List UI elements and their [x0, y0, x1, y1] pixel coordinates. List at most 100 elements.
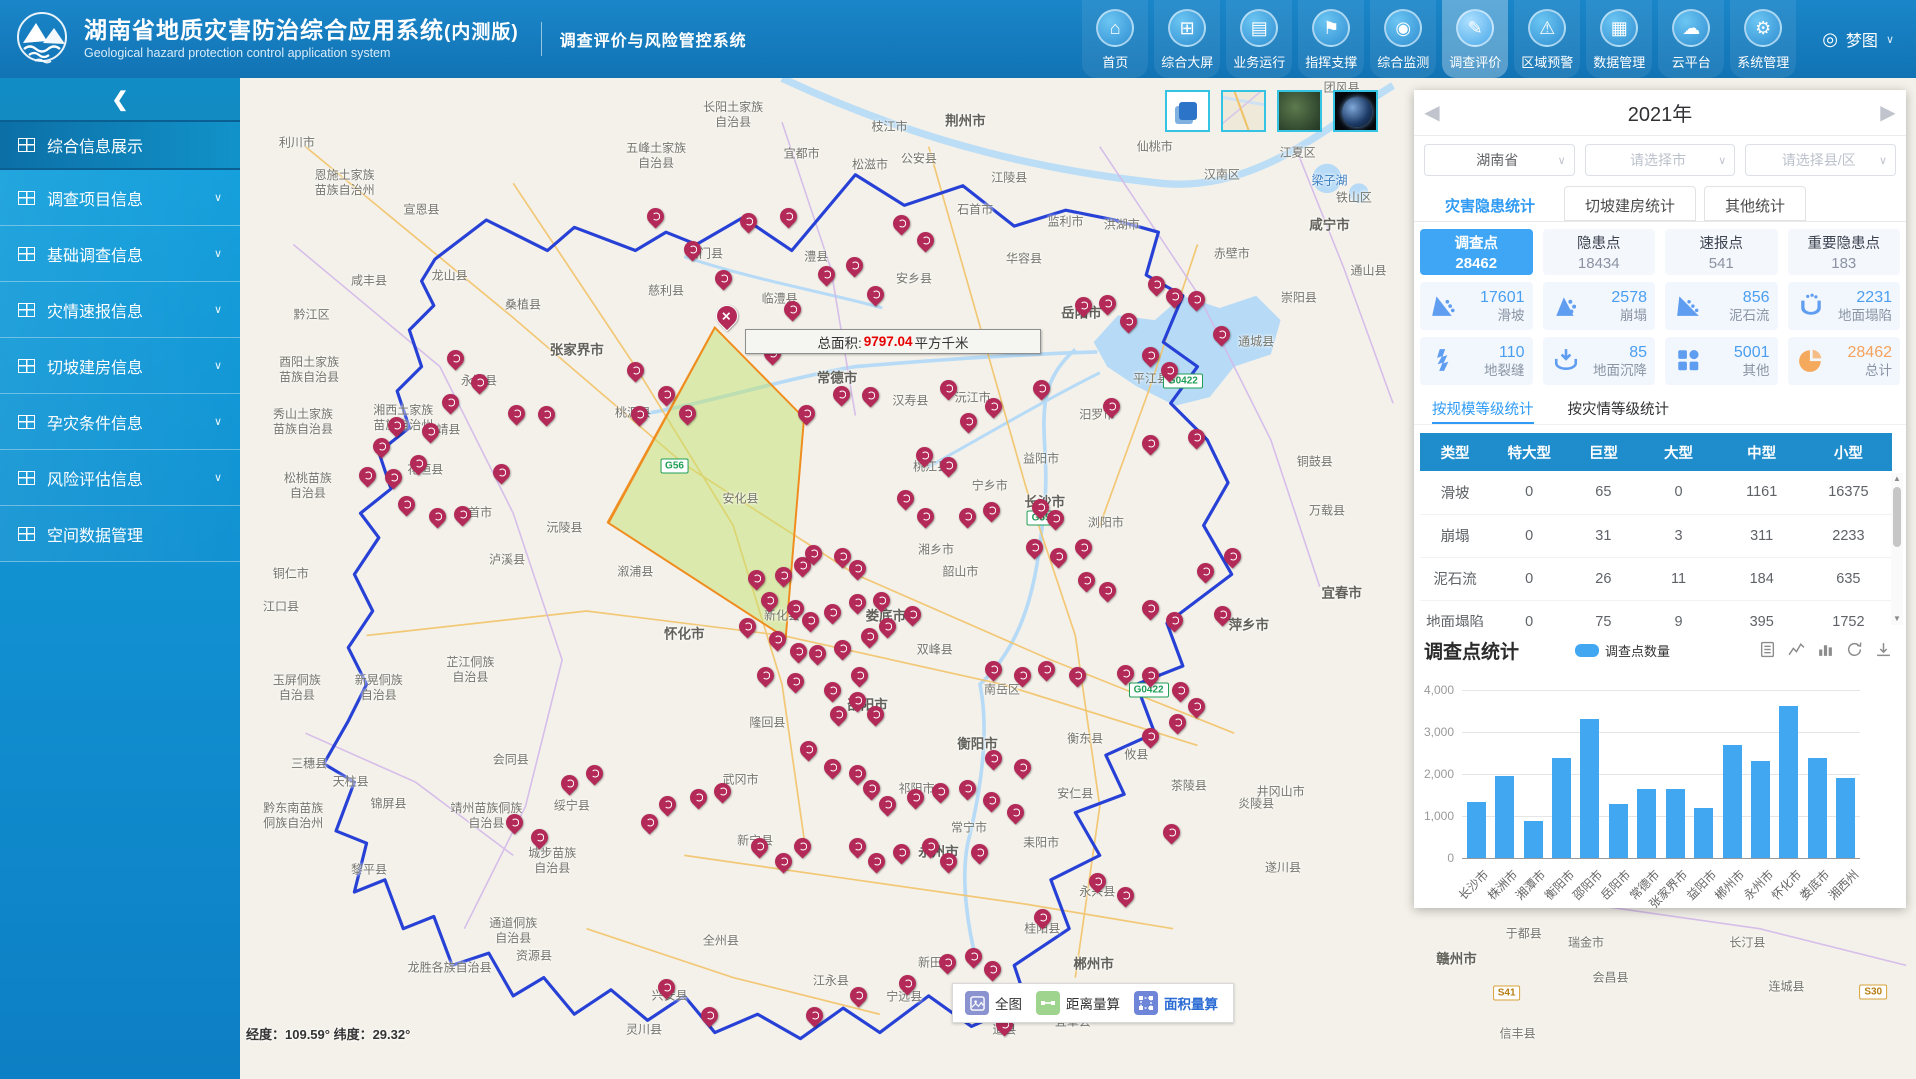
sidebar-item-3[interactable]: 基础调查信息∨	[0, 226, 240, 282]
eye-icon[interactable]: ◎	[1822, 29, 1838, 50]
scroll-down-icon[interactable]: ▼	[1891, 613, 1903, 625]
area-tooltip: 总面积: 9797.04 平方千米	[745, 329, 1041, 354]
line-chart-icon[interactable]	[1788, 641, 1805, 661]
sidebar-item-4[interactable]: 灾情速报信息∨	[0, 282, 240, 338]
summary-card-4[interactable]: 重要隐患点183	[1788, 229, 1901, 275]
summary-card-value: 541	[1709, 255, 1734, 272]
sidebar-item-icon	[18, 471, 35, 485]
hazard-pin-glyph	[902, 495, 910, 503]
nav-icon-5: ◉	[1384, 9, 1422, 47]
nav-item-5[interactable]: ◉综合监测	[1370, 0, 1436, 78]
data-view-icon[interactable]	[1759, 641, 1776, 661]
type-card-label: 泥石流	[1729, 308, 1770, 324]
subtab-1[interactable]: 按规模等级统计	[1432, 398, 1534, 424]
nav-item-10[interactable]: ⚙系统管理	[1730, 0, 1796, 78]
satellite-map-button[interactable]	[1277, 90, 1322, 132]
total-icon	[1796, 347, 1826, 376]
select-value: 请选择县/区	[1758, 150, 1879, 170]
sidebar-item-6[interactable]: 孕灾条件信息∨	[0, 394, 240, 450]
chart-bar-邵阳市[interactable]	[1580, 719, 1599, 858]
hazard-pin-glyph	[451, 354, 459, 362]
chart-bar-衡阳市[interactable]	[1552, 758, 1571, 858]
collapse-arrow-icon: ❮	[112, 87, 129, 112]
chart-bar-湘潭市[interactable]	[1524, 821, 1543, 858]
chevron-down-icon: ∨	[214, 247, 222, 260]
scroll-up-icon[interactable]: ▲	[1891, 473, 1903, 485]
nav-item-8[interactable]: ▦数据管理	[1586, 0, 1652, 78]
chart-legend[interactable]: 调查点数量	[1575, 641, 1670, 660]
tab-1[interactable]: 灾害隐患统计	[1424, 186, 1556, 221]
chart-bar-岳阳市[interactable]	[1609, 804, 1628, 858]
prev-year-button[interactable]: ◀	[1414, 100, 1450, 125]
chart-bar-张家界市[interactable]	[1666, 789, 1685, 858]
nav-label-6: 调查评价	[1449, 52, 1501, 71]
nav-item-7[interactable]: ⚠区域预警	[1514, 0, 1580, 78]
download-icon[interactable]	[1875, 641, 1892, 661]
chart-bar-怀化市[interactable]	[1779, 706, 1798, 858]
bar-chart-icon[interactable]	[1817, 641, 1834, 661]
subtab-2[interactable]: 按灾情等级统计	[1568, 398, 1670, 424]
type-card-text: 85地面沉降	[1581, 343, 1648, 378]
legend-swatch	[1575, 644, 1599, 657]
type-card-value: 5001	[1734, 343, 1770, 362]
sidebar-item-label: 切坡建房信息	[47, 354, 214, 378]
summary-card-2[interactable]: 隐患点18434	[1543, 229, 1656, 275]
nav-item-9[interactable]: ☁云平台	[1658, 0, 1724, 78]
tab-3[interactable]: 其他统计	[1704, 186, 1806, 221]
nav-item-6[interactable]: ✎调查评价	[1442, 0, 1508, 78]
hazard-pin-glyph	[1193, 295, 1201, 303]
chart-bar-娄底市[interactable]	[1808, 758, 1827, 858]
area-measure-button[interactable]: 面积量算	[1134, 991, 1218, 1015]
sidebar-item-5[interactable]: 切坡建房信息∨	[0, 338, 240, 394]
chart-bar-长沙市[interactable]	[1467, 802, 1486, 858]
sidebar-item-2[interactable]: 调查项目信息∨	[0, 170, 240, 226]
chevron-down-icon: ∨	[214, 415, 222, 428]
hazard-pin-glyph	[884, 800, 892, 808]
table-scrollbar[interactable]: ▲ ▼	[1891, 473, 1903, 625]
scroll-thumb[interactable]	[1893, 487, 1901, 547]
nav-item-4[interactable]: ⚑指挥支撑	[1298, 0, 1364, 78]
chart-bar-郴州市[interactable]	[1723, 745, 1742, 858]
nav-label-8: 数据管理	[1593, 52, 1645, 71]
table-cell: 泥石流	[1420, 557, 1490, 600]
region-select-1[interactable]: 湖南省∨	[1424, 144, 1575, 176]
chart-bar-湘西州[interactable]	[1836, 778, 1855, 858]
nav-icon-10: ⚙	[1744, 9, 1782, 47]
next-year-button[interactable]: ▶	[1870, 100, 1906, 125]
nav-label-1: 首页	[1102, 52, 1128, 71]
region-select-3[interactable]: 请选择县/区∨	[1745, 144, 1896, 176]
table-row: 地面塌陷07593951752	[1420, 600, 1892, 627]
hazard-pin-glyph	[1012, 809, 1020, 817]
sidebar-item-7[interactable]: 风险评估信息∨	[0, 450, 240, 506]
hazard-pin-glyph	[512, 409, 520, 417]
chart-bar-常德市[interactable]	[1637, 789, 1656, 858]
hazard-pin-glyph	[853, 770, 861, 778]
tab-2[interactable]: 切坡建房统计	[1564, 186, 1696, 221]
summary-card-3[interactable]: 速报点541	[1665, 229, 1778, 275]
nav-item-2[interactable]: ⊞综合大屏	[1154, 0, 1220, 78]
sidebar-item-1[interactable]: 综合信息展示	[0, 120, 240, 170]
region-select-2[interactable]: 请选择市∨	[1585, 144, 1736, 176]
table-cell: 635	[1805, 557, 1892, 600]
full-extent-button[interactable]: 全图	[965, 991, 1022, 1015]
street-map-button[interactable]	[1221, 90, 1266, 132]
hazard-pin-glyph	[743, 623, 751, 631]
sidebar-collapse-button[interactable]: ❮	[0, 78, 240, 120]
chart-bar-永州市[interactable]	[1751, 761, 1770, 858]
summary-card-1[interactable]: 调查点28462	[1420, 229, 1533, 275]
table-cell: 31	[1568, 514, 1638, 557]
nav-item-1[interactable]: ⌂首页	[1082, 0, 1148, 78]
hazard-pin-glyph	[829, 608, 837, 616]
nav-item-3[interactable]: ▤业务运行	[1226, 0, 1292, 78]
chart-bar-益阳市[interactable]	[1694, 808, 1713, 858]
sidebar-item-8[interactable]: 空间数据管理	[0, 506, 240, 562]
chart-bar-株洲市[interactable]	[1495, 776, 1514, 858]
user-menu[interactable]: ◎ 梦图 ∨	[1796, 27, 1916, 51]
hazard-pin-glyph	[392, 421, 400, 429]
distance-measure-button[interactable]: 距离量算	[1036, 991, 1120, 1015]
layers-icon-button[interactable]	[1165, 90, 1210, 132]
refresh-icon[interactable]	[1846, 641, 1863, 661]
hazard-pin-glyph	[1036, 503, 1044, 511]
globe-3d-button[interactable]	[1333, 90, 1378, 132]
type-card-total: 28462总计	[1788, 337, 1901, 385]
